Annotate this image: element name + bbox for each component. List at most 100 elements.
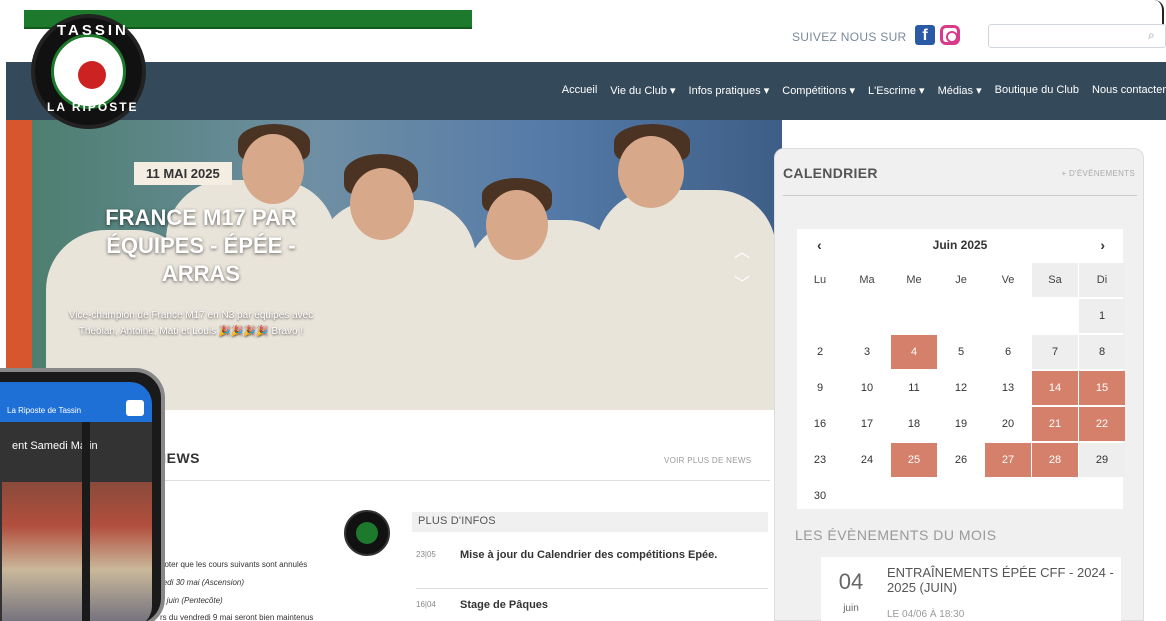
calendar-day[interactable]: 23 xyxy=(797,443,843,477)
event-title[interactable]: ENTRAÎNEMENTS ÉPÉE CFF - 2024 - 2025 (JU… xyxy=(887,565,1117,595)
page: SUIVEZ NOUS SUR f ⌕ Accueil Vie du Club … xyxy=(0,0,1166,621)
calendar-empty-cell xyxy=(797,299,843,333)
hero-photo-face xyxy=(242,134,304,204)
calendar-day[interactable]: 26 xyxy=(938,443,984,477)
info-link[interactable]: Stage de Pâques xyxy=(460,598,760,612)
phone-screen: La Riposte de Tassin ent Samedi Matin xyxy=(0,382,152,621)
hero-slider[interactable]: 11 MAI 2025 FRANCE M17 PAR ÉQUIPES - ÉPÉ… xyxy=(6,120,782,410)
logo-bottom-text: LA RIPOSTE xyxy=(47,100,139,114)
event-time: LE 04/06 À 18:30 xyxy=(887,609,965,620)
info-date: 23|05 xyxy=(416,550,436,559)
calendar-day[interactable]: 3 xyxy=(844,335,890,369)
calendar-day[interactable]: 12 xyxy=(938,371,984,405)
instagram-icon[interactable] xyxy=(940,25,960,45)
calendar-day[interactable]: 17 xyxy=(844,407,890,441)
calendar-panel: CALENDRIER + D'ÉVÉNEMENTS ‹ Juin 2025 › … xyxy=(774,148,1144,621)
calendar-empty-cell xyxy=(938,299,984,333)
news-line: rs du vendredi 9 mai seront bien mainten… xyxy=(160,613,314,621)
calendar-day[interactable]: 20 xyxy=(985,407,1031,441)
chat-icon[interactable] xyxy=(126,400,144,416)
nav-item-vie-du-club[interactable]: Vie du Club ▾ xyxy=(610,84,675,97)
calendar-empty-cell xyxy=(891,299,937,333)
calendar-day[interactable]: 6 xyxy=(985,335,1031,369)
calendar-day[interactable]: 13 xyxy=(985,371,1031,405)
calendar-day[interactable]: 29 xyxy=(1079,443,1125,477)
calendar-day[interactable]: 30 xyxy=(797,479,843,513)
nav-items: Accueil Vie du Club ▾ Infos pratiques ▾ … xyxy=(562,84,1166,97)
calendar-day-event[interactable]: 22 xyxy=(1079,407,1125,441)
next-month-icon[interactable]: › xyxy=(1100,237,1105,253)
nav-item-contact[interactable]: Nous contacter xyxy=(1092,84,1166,97)
search-icon[interactable]: ⌕ xyxy=(1148,28,1155,43)
calendar-day[interactable]: 9 xyxy=(797,371,843,405)
slider-next-icon[interactable]: ﹀ xyxy=(734,270,750,294)
calendar-day-event[interactable]: 14 xyxy=(1032,371,1078,405)
month-events-heading: LES ÉVÈNEMENTS DU MOIS xyxy=(795,527,997,543)
weekday-label: Lu xyxy=(813,274,827,286)
hero-photo-person xyxy=(596,190,776,410)
slider-prev-icon[interactable]: ︿ xyxy=(734,238,750,262)
hero-caption: Vice-champion de France M17 en N3 par éq… xyxy=(68,310,314,337)
nav-item-accueil[interactable]: Accueil xyxy=(562,84,597,97)
calendar-title: CALENDRIER xyxy=(783,165,878,181)
weekday-label: Sa xyxy=(1032,263,1078,297)
calendar-day-event[interactable]: 27 xyxy=(985,443,1031,477)
calendar-day[interactable]: 5 xyxy=(938,335,984,369)
nav-item-boutique[interactable]: Boutique du Club xyxy=(995,84,1079,97)
nav-item-medias[interactable]: Médias ▾ xyxy=(938,84,982,97)
calendar-grid: Lu Ma Me Je Ve Sa Di 1 2 3 4 5 6 7 8 9 1… xyxy=(797,263,1125,513)
weekday-label: Me xyxy=(906,274,922,286)
info-divider xyxy=(416,588,768,589)
phone-app-header: La Riposte de Tassin xyxy=(0,382,152,422)
nav-item-competitions[interactable]: Compétitions ▾ xyxy=(782,84,855,97)
news-line: redi 30 mai (Ascension) xyxy=(160,578,245,587)
calendar-widget: ‹ Juin 2025 › Lu Ma Me Je Ve Sa Di 1 2 3 xyxy=(797,229,1125,509)
fencer-icon xyxy=(78,61,106,89)
phone-post-photo xyxy=(2,482,152,621)
calendar-day-event[interactable]: 4 xyxy=(891,335,937,369)
calendar-day[interactable]: 8 xyxy=(1079,335,1125,369)
calendar-empty-cell xyxy=(844,299,890,333)
nav-item-escrime[interactable]: L'Escrime ▾ xyxy=(868,84,925,97)
hero-photo-face xyxy=(486,190,548,260)
info-date: 16|04 xyxy=(416,600,436,609)
follow-us-label: SUIVEZ NOUS SUR xyxy=(792,30,907,44)
nav-item-infos-pratiques[interactable]: Infos pratiques ▾ xyxy=(689,84,770,97)
more-news-link[interactable]: VOIR PLUS DE NEWS xyxy=(664,456,751,465)
logo-emblem xyxy=(51,34,126,109)
calendar-day[interactable]: 11 xyxy=(891,371,937,405)
calendar-day[interactable]: 10 xyxy=(844,371,890,405)
calendar-day-event[interactable]: 25 xyxy=(891,443,937,477)
hero-photo-edge xyxy=(6,120,32,410)
info-link[interactable]: Mise à jour du Calendrier des compétitio… xyxy=(460,548,760,562)
calendar-empty-cell xyxy=(1032,299,1078,333)
calendar-day[interactable]: 24 xyxy=(844,443,890,477)
calendar-day[interactable]: 19 xyxy=(938,407,984,441)
calendar-day[interactable]: 16 xyxy=(797,407,843,441)
more-events-link[interactable]: + D'ÉVÉNEMENTS xyxy=(1061,169,1135,178)
news-divider xyxy=(156,480,770,481)
event-day: 04 xyxy=(838,569,864,594)
hero-title[interactable]: FRANCE M17 PAR ÉQUIPES - ÉPÉE - ARRAS xyxy=(66,204,336,288)
calendar-empty-cell xyxy=(985,299,1031,333)
news-line: noter que les cours suivants sont annulé… xyxy=(160,560,308,569)
facebook-icon[interactable]: f xyxy=(915,25,935,45)
news-line: 9 juin (Pentecôte) xyxy=(160,596,223,605)
calendar-day[interactable]: 7 xyxy=(1032,335,1078,369)
event-card[interactable]: 04 juin ENTRAÎNEMENTS ÉPÉE CFF - 2024 - … xyxy=(821,557,1121,621)
calendar-day[interactable]: 1 xyxy=(1079,299,1125,333)
calendar-day-event[interactable]: 28 xyxy=(1032,443,1078,477)
phone-app-title: La Riposte de Tassin xyxy=(7,406,82,415)
calendar-day-event[interactable]: 15 xyxy=(1079,371,1125,405)
event-month: juin xyxy=(843,603,859,614)
calendar-month: Juin 2025 xyxy=(932,238,988,252)
search-input[interactable] xyxy=(988,24,1166,48)
plus-infos-heading: PLUS D'INFOS xyxy=(412,512,768,532)
club-logo[interactable]: TASSIN LA RIPOSTE xyxy=(31,14,146,129)
hero-date-badge: 11 MAI 2025 xyxy=(134,162,232,185)
calendar-day[interactable]: 18 xyxy=(891,407,937,441)
weekday-label: Je xyxy=(955,274,967,286)
calendar-day-event[interactable]: 21 xyxy=(1032,407,1078,441)
logo-top-text: TASSIN xyxy=(57,22,129,39)
calendar-day[interactable]: 2 xyxy=(797,335,843,369)
